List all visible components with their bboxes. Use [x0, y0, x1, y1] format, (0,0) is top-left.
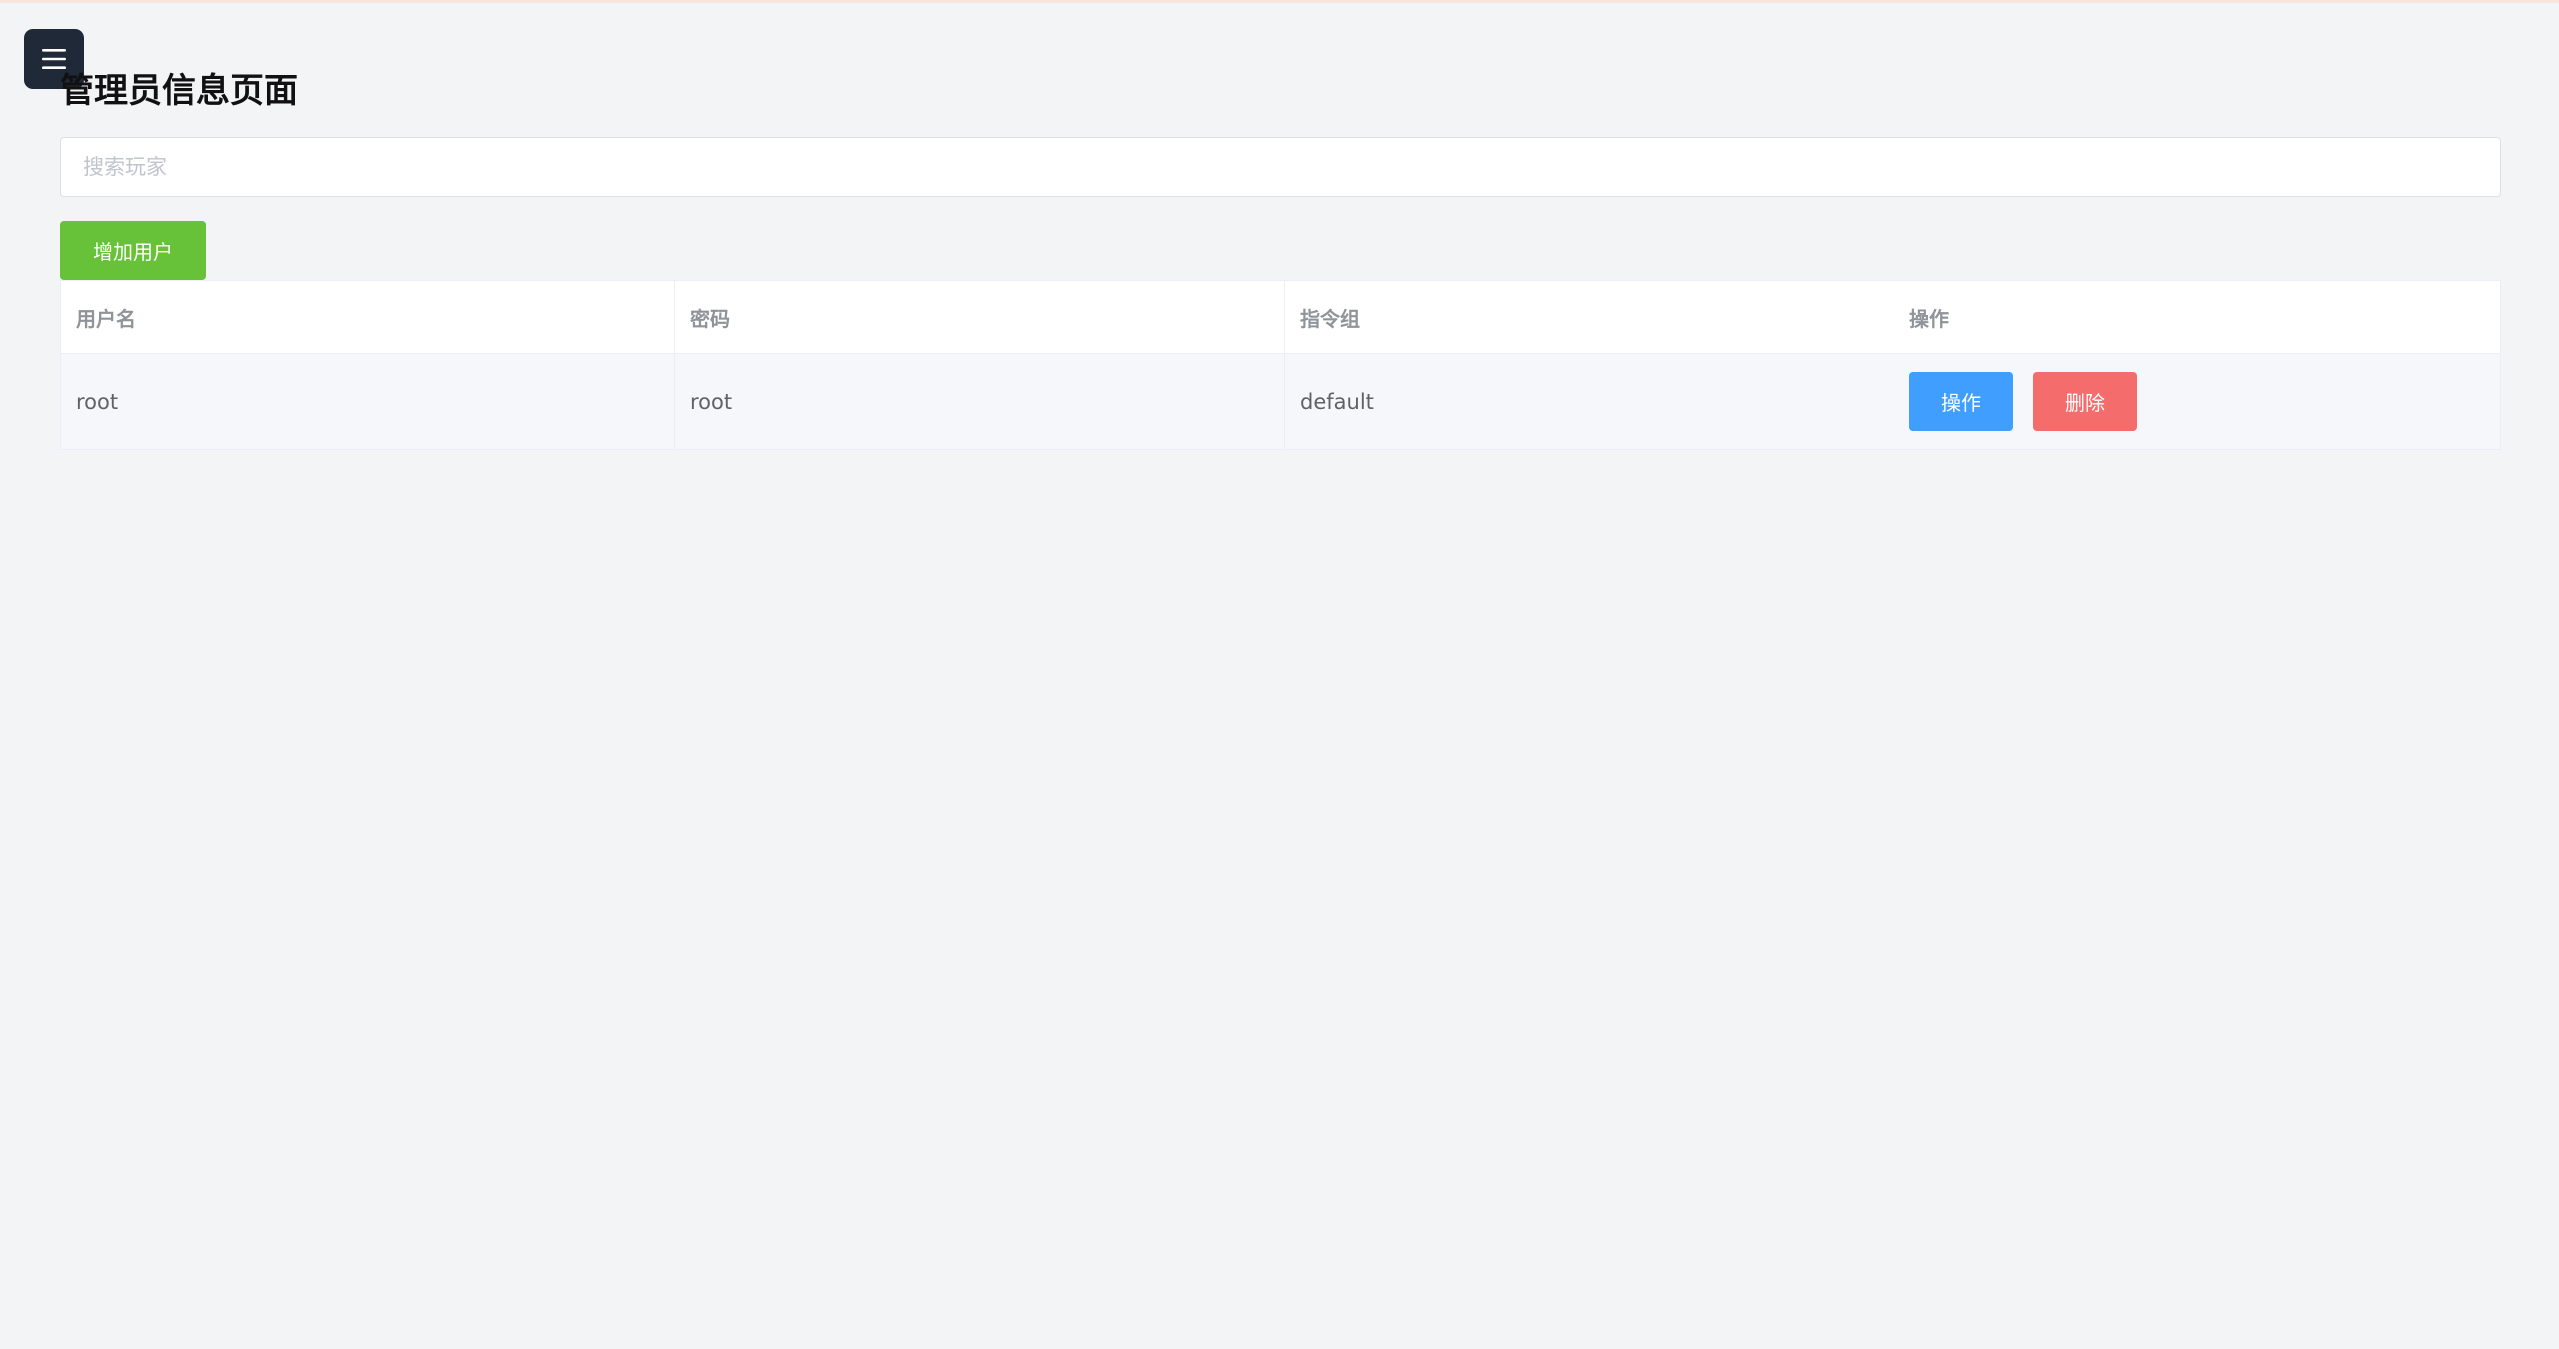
operate-button[interactable]: 操作	[1909, 372, 2013, 431]
top-accent-bar	[0, 0, 2559, 3]
user-table: 用户名 密码 指令组 操作 root root default 操作 删除	[60, 280, 2501, 450]
table-row: root root default 操作 删除	[61, 354, 2500, 449]
column-header-username: 用户名	[61, 281, 675, 353]
command-group-value: default	[1300, 389, 1374, 414]
cell-password: root	[675, 354, 1285, 449]
add-user-button[interactable]: 增加用户	[60, 221, 206, 280]
column-header-password: 密码	[675, 281, 1285, 353]
column-header-label: 操作	[1909, 306, 1949, 331]
delete-button[interactable]: 删除	[2033, 372, 2137, 431]
table-header: 用户名 密码 指令组 操作	[61, 281, 2500, 354]
column-header-command-group: 指令组	[1285, 281, 1894, 353]
column-header-label: 密码	[690, 306, 730, 331]
page-title: 管理员信息页面	[60, 71, 298, 111]
password-value: root	[690, 389, 733, 414]
search-input[interactable]	[60, 137, 2501, 197]
cell-command-group: default	[1285, 354, 1894, 449]
column-header-label: 用户名	[76, 306, 136, 331]
column-header-actions: 操作	[1894, 281, 2500, 353]
username-value: root	[76, 389, 119, 414]
column-header-label: 指令组	[1300, 306, 1360, 331]
cell-username: root	[61, 354, 675, 449]
cell-actions: 操作 删除	[1894, 354, 2500, 449]
